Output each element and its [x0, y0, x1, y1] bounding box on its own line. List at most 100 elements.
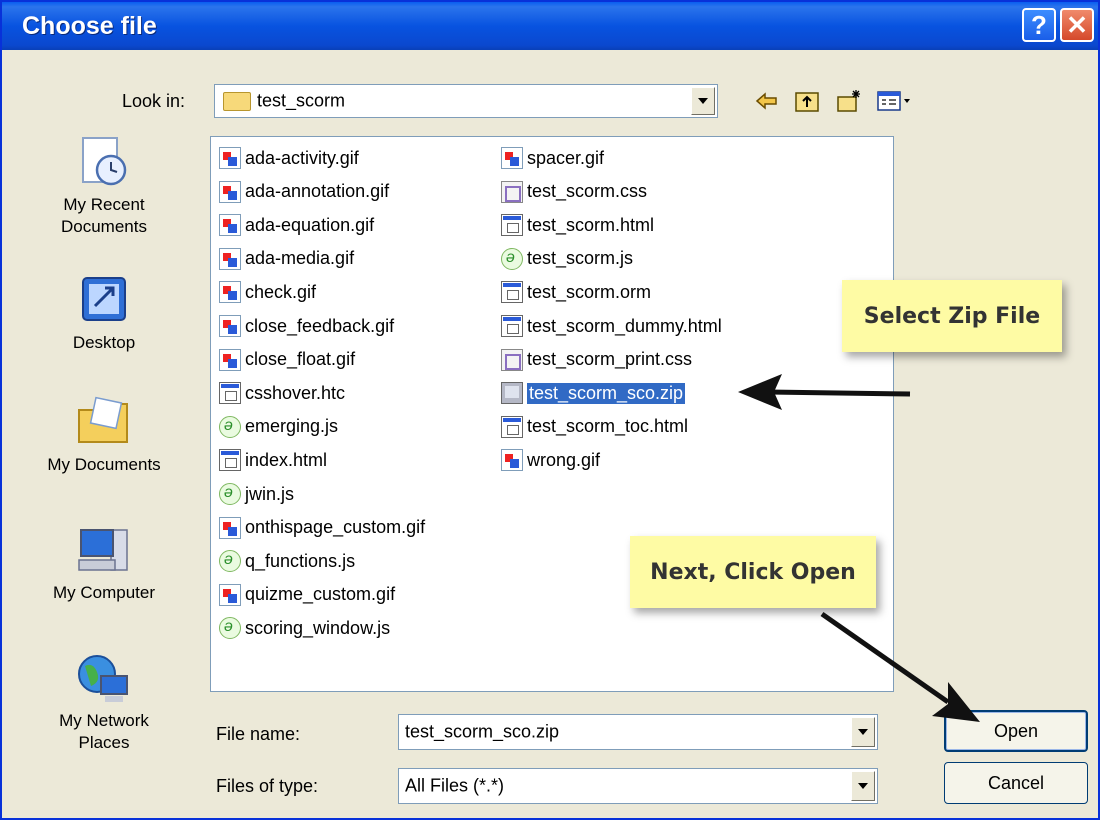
- file-item[interactable]: ada-media.gif: [219, 244, 354, 274]
- html-file-icon: [501, 214, 523, 237]
- title-bar[interactable]: Choose file ? ✕: [2, 2, 1098, 50]
- file-list[interactable]: ada-activity.gif ada-annotation.gif ada-eq…: [210, 136, 894, 692]
- view-menu-icon[interactable]: [876, 88, 914, 114]
- callout-click-open: Next, Click Open: [630, 536, 876, 608]
- place-label: My Network: [59, 711, 149, 730]
- file-item[interactable]: test_scorm.css: [501, 177, 647, 207]
- gif-file-icon: [219, 315, 241, 337]
- file-name: quizme_custom.gif: [245, 584, 396, 605]
- place-desktop[interactable]: Desktop: [16, 274, 192, 354]
- file-item[interactable]: csshover.htc: [219, 378, 345, 408]
- file-type-select[interactable]: All Files (*.*): [398, 768, 878, 804]
- file-name: test_scorm.css: [527, 181, 648, 202]
- file-type-value: All Files (*.*): [405, 775, 505, 796]
- file-item[interactable]: test_scorm.html: [501, 210, 654, 240]
- file-item[interactable]: test_scorm_dummy.html: [501, 311, 722, 341]
- gif-file-icon: [219, 214, 241, 237]
- zip-file-icon: [501, 382, 523, 405]
- file-name: index.html: [245, 449, 328, 470]
- place-label: Desktop: [72, 333, 136, 352]
- place-my-recent-documents[interactable]: My Recent Documents: [16, 136, 192, 238]
- file-name: wrong.gif: [527, 449, 601, 470]
- file-item[interactable]: jwin.js: [219, 479, 294, 509]
- js-file-icon: [219, 415, 241, 438]
- file-name: close_feedback.gif: [245, 315, 395, 336]
- chevron-down-icon[interactable]: [851, 717, 875, 747]
- file-item[interactable]: test_scorm_print.css: [501, 345, 692, 375]
- back-icon[interactable]: [754, 88, 780, 114]
- file-type-label: Files of type:: [216, 776, 319, 796]
- choose-file-dialog: Choose file ? ✕ Look in: test_scorm My R…: [0, 0, 1100, 820]
- place-my-documents[interactable]: My Documents: [16, 396, 192, 476]
- up-folder-icon[interactable]: [794, 88, 820, 114]
- file-name: emerging.js: [245, 416, 339, 437]
- file-item[interactable]: ada-annotation.gif: [219, 177, 389, 207]
- file-name: close_float.gif: [245, 349, 356, 370]
- recent-documents-icon: [75, 136, 133, 190]
- file-name: ada-media.gif: [245, 248, 355, 269]
- file-name: spacer.gif: [527, 147, 605, 168]
- js-file-icon: [219, 617, 241, 640]
- close-button[interactable]: ✕: [1060, 8, 1094, 42]
- gif-file-icon: [219, 516, 241, 539]
- file-name: csshover.htc: [245, 382, 346, 403]
- place-label: My Computer: [52, 583, 156, 602]
- file-item[interactable]: test_scorm.orm: [501, 277, 651, 307]
- look-in-dropdown[interactable]: test_scorm: [214, 84, 718, 118]
- file-name: jwin.js: [245, 483, 295, 504]
- file-name: test_scorm.js: [527, 248, 634, 269]
- file-item[interactable]: quizme_custom.gif: [219, 580, 395, 610]
- file-name-value: test_scorm_sco.zip: [405, 721, 560, 742]
- file-name: test_scorm_print.css: [527, 349, 693, 370]
- file-name: test_scorm.html: [527, 214, 655, 235]
- folder-icon: [223, 92, 251, 111]
- desktop-icon: [75, 274, 133, 328]
- js-file-icon: [219, 483, 241, 505]
- my-computer-icon: [75, 524, 133, 578]
- css-file-icon: [501, 348, 523, 371]
- file-item[interactable]: q_functions.js: [219, 546, 355, 576]
- gif-file-icon: [219, 247, 241, 270]
- gif-file-icon: [219, 281, 241, 304]
- place-label: My Documents: [47, 455, 161, 474]
- chevron-down-icon[interactable]: [851, 771, 875, 801]
- chevron-down-icon[interactable]: [691, 87, 715, 115]
- file-item[interactable]: wrong.gif: [501, 445, 600, 475]
- cancel-button[interactable]: Cancel: [944, 762, 1088, 804]
- place-my-computer[interactable]: My Computer: [16, 524, 192, 604]
- file-name-input[interactable]: test_scorm_sco.zip: [398, 714, 878, 750]
- file-item[interactable]: test_scorm_toc.html: [501, 412, 688, 442]
- file-item[interactable]: close_float.gif: [219, 345, 355, 375]
- callout-select-zip: Select Zip File: [842, 280, 1062, 352]
- file-item[interactable]: spacer.gif: [501, 143, 604, 173]
- gif-file-icon: [219, 348, 241, 371]
- js-file-icon: [501, 247, 523, 270]
- file-item[interactable]: emerging.js: [219, 412, 338, 442]
- file-name: test_scorm_sco.zip: [527, 382, 686, 404]
- file-item[interactable]: index.html: [219, 445, 327, 475]
- new-folder-icon[interactable]: [836, 88, 862, 114]
- css-file-icon: [501, 180, 523, 203]
- network-places-icon: [75, 652, 133, 706]
- html-file-icon: [501, 315, 523, 337]
- file-item[interactable]: check.gif: [219, 277, 316, 307]
- file-item[interactable]: ada-activity.gif: [219, 143, 359, 173]
- file-name: test_scorm_dummy.html: [527, 315, 722, 336]
- file-name: ada-equation.gif: [245, 214, 375, 235]
- file-item[interactable]: test_scorm.js: [501, 244, 633, 274]
- html-file-icon: [501, 281, 523, 304]
- look-in-value: test_scorm: [257, 90, 346, 111]
- file-item[interactable]: onthispage_custom.gif: [219, 513, 425, 543]
- look-in-label: Look in:: [122, 91, 186, 111]
- place-my-network-places[interactable]: My Network Places: [16, 652, 192, 754]
- file-item[interactable]: ada-equation.gif: [219, 210, 374, 240]
- help-button[interactable]: ?: [1022, 8, 1056, 42]
- dialog-title: Choose file: [22, 12, 157, 40]
- open-button[interactable]: Open: [944, 710, 1088, 752]
- places-bar: My Recent Documents Desktop My Documents: [16, 136, 192, 796]
- file-name: ada-annotation.gif: [245, 181, 390, 202]
- file-item-selected[interactable]: test_scorm_sco.zip: [501, 378, 686, 408]
- gif-file-icon: [219, 147, 241, 169]
- file-item[interactable]: close_feedback.gif: [219, 311, 394, 341]
- file-item[interactable]: scoring_window.js: [219, 613, 390, 643]
